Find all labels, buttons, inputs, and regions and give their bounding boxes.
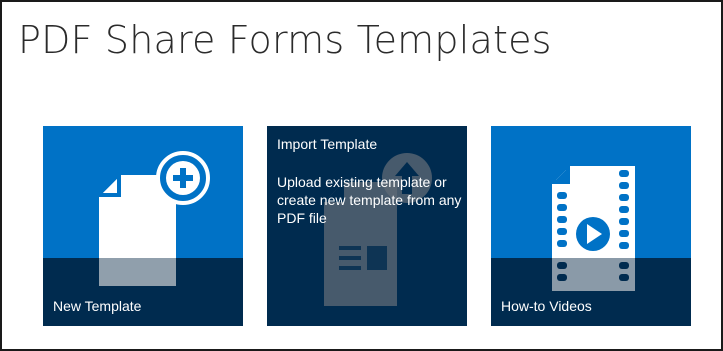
import-template-tile[interactable]: Import Template Upload existing template… [267, 126, 467, 326]
new-document-plus-icon [99, 151, 210, 286]
tile-heading: Import Template [277, 136, 378, 152]
tile-label: New Template [53, 298, 142, 314]
tile-label: How-to Videos [501, 298, 592, 314]
how-to-videos-tile[interactable]: How-to Videos [491, 126, 691, 326]
page-title: PDF Share Forms Templates [18, 18, 552, 62]
page-frame: PDF Share Forms Templates New Template I… [0, 0, 723, 351]
video-film-icon [552, 166, 635, 291]
new-template-tile[interactable]: New Template [43, 126, 243, 326]
tile-description: Upload existing template or create new t… [277, 174, 462, 226]
